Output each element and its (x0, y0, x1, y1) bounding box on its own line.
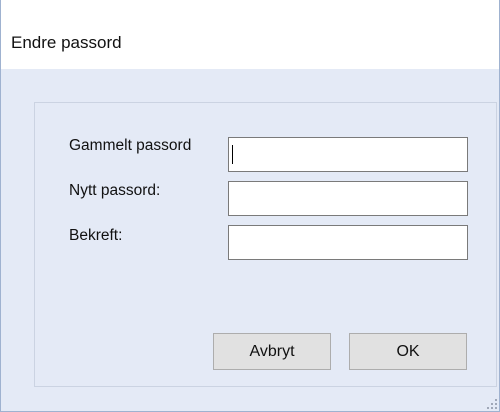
ok-button[interactable]: OK (349, 333, 467, 370)
dialog-title: Endre passord (11, 33, 122, 52)
title-bar[interactable]: Endre passord (1, 0, 499, 69)
new-password-label: Nytt passord: (69, 182, 161, 199)
new-password-field[interactable] (228, 181, 468, 216)
resize-grip-icon[interactable] (487, 399, 497, 409)
old-password-label: Gammelt passord (69, 137, 192, 154)
confirm-password-label: Bekreft: (69, 227, 123, 244)
text-caret (232, 145, 233, 164)
confirm-password-field[interactable] (228, 225, 468, 260)
old-password-field[interactable] (228, 137, 468, 172)
change-password-dialog: Endre passord Gammelt passord Nytt passo… (0, 0, 500, 412)
cancel-button[interactable]: Avbryt (213, 333, 331, 370)
